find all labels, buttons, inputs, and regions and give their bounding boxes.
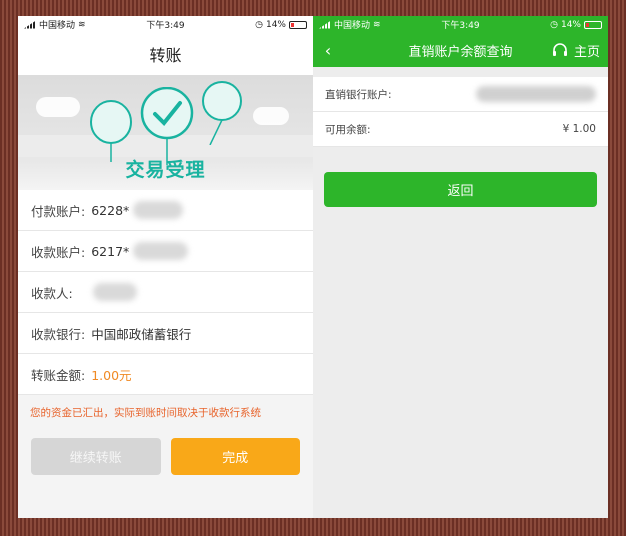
- transfer-details: 付款账户: 6228* 收款账户: 6217* 收款人: 收款银行: 中国邮政储…: [18, 190, 313, 395]
- balance-value: ¥ 1.00: [562, 123, 596, 135]
- row-label: 直销银行账户:: [325, 88, 392, 101]
- home-link[interactable]: 主页: [552, 41, 608, 60]
- wifi-icon: ≋: [373, 19, 381, 30]
- battery-percent: 14%: [560, 19, 581, 30]
- balance-query-screen: 中国移动 ≋ 下午3:49 ◷ 14% ‹ 直销账户余额查询 主页 直销银行账户…: [313, 16, 608, 518]
- carrier-label: 中国移动: [334, 21, 371, 31]
- direct-bank-account-row: 直销银行账户:: [313, 77, 608, 112]
- page-title: 转账: [18, 33, 313, 75]
- wifi-icon: ≋: [78, 19, 86, 30]
- masked-value: [476, 86, 596, 102]
- action-buttons: 继续转账 完成: [18, 430, 313, 483]
- alarm-icon: ◷: [255, 19, 263, 30]
- headset-icon: [552, 43, 567, 56]
- home-label: 主页: [573, 44, 600, 60]
- continue-transfer-button[interactable]: 继续转账: [31, 438, 161, 475]
- row-value: 6217*: [91, 243, 130, 259]
- masked-value: [92, 283, 137, 301]
- row-label: 收款银行:: [31, 326, 86, 342]
- row-value: 中国邮政储蓄银行: [91, 326, 192, 342]
- payee-account-row: 收款账户: 6217*: [18, 231, 313, 272]
- nav-bar: ‹ 直销账户余额查询 主页: [313, 33, 608, 67]
- masked-value: [133, 242, 189, 260]
- payee-name-row: 收款人:: [18, 272, 313, 313]
- carrier-label: 中国移动: [39, 21, 76, 31]
- cloud-decoration: [253, 107, 289, 125]
- signal-icon: [24, 20, 36, 29]
- payer-account-row: 付款账户: 6228*: [18, 190, 313, 231]
- status-bar: 中国移动 ≋ 下午3:49 ◷ 14%: [313, 16, 608, 33]
- transfer-screen: 中国移动 ≋ 下午3:49 ◷ 14% 转账 交易受理 付款账户: 6228* …: [18, 16, 313, 518]
- available-balance-row: 可用余额: ¥ 1.00: [313, 112, 608, 147]
- battery-percent: 14%: [265, 19, 286, 30]
- balloon-left-icon: [90, 100, 132, 162]
- row-label: 转账金额:: [31, 367, 86, 383]
- row-label: 收款人:: [31, 285, 73, 301]
- done-button[interactable]: 完成: [170, 438, 300, 475]
- success-banner: 交易受理: [18, 75, 313, 190]
- balloon-right-icon: [202, 81, 242, 145]
- masked-value: [133, 201, 184, 219]
- signal-icon: [319, 20, 331, 29]
- row-label: 收款账户:: [31, 244, 86, 260]
- battery-icon: [289, 20, 307, 29]
- payee-bank-row: 收款银行: 中国邮政储蓄银行: [18, 313, 313, 354]
- battery-icon: [584, 20, 602, 29]
- funds-notice: 您的资金已汇出，实际到账时间取决于收款行系统: [30, 407, 261, 419]
- balance-details: 直销银行账户: 可用余额: ¥ 1.00: [313, 77, 608, 147]
- balloon-check-icon: [140, 87, 194, 165]
- transaction-accepted-label: 交易受理: [125, 159, 206, 181]
- alarm-icon: ◷: [550, 19, 558, 30]
- back-icon[interactable]: ‹: [313, 41, 343, 60]
- amount-value: 1.00元: [91, 367, 132, 383]
- return-button[interactable]: 返回: [324, 172, 597, 207]
- cloud-decoration: [36, 97, 80, 117]
- status-bar: 中国移动 ≋ 下午3:49 ◷ 14%: [18, 16, 313, 33]
- row-value: 6228*: [91, 202, 130, 218]
- row-label: 付款账户:: [31, 203, 86, 219]
- amount-row: 转账金额: 1.00元: [18, 354, 313, 395]
- row-label: 可用余额:: [325, 123, 371, 136]
